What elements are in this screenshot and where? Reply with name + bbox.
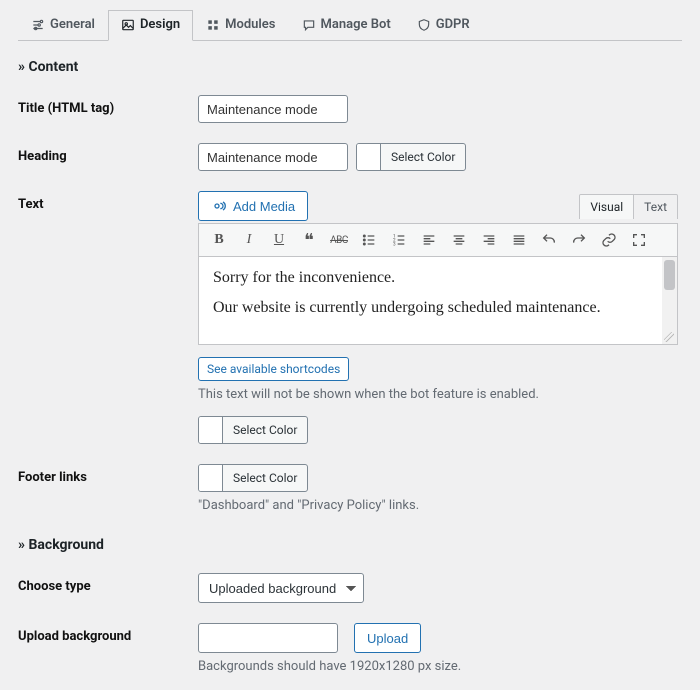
upload-button[interactable]: Upload bbox=[354, 623, 421, 653]
section-background-title: » Background bbox=[18, 537, 682, 553]
upload-button-label: Upload bbox=[367, 631, 408, 646]
undo-button[interactable] bbox=[539, 230, 559, 250]
select-bg-type[interactable]: Uploaded background bbox=[198, 573, 364, 603]
select-color-text[interactable]: Select Color bbox=[198, 416, 308, 444]
tab-gdpr-label: GDPR bbox=[436, 17, 470, 32]
editor-toolbar: B I U ❝ ABC 123 bbox=[198, 223, 678, 257]
numbered-list-button[interactable]: 123 bbox=[389, 230, 409, 250]
underline-button[interactable]: U bbox=[269, 230, 289, 250]
section-content-title: » Content bbox=[18, 59, 682, 75]
editor-line-1: Sorry for the inconvenience. bbox=[213, 269, 663, 287]
input-heading[interactable] bbox=[198, 143, 348, 171]
align-justify-button[interactable] bbox=[509, 230, 529, 250]
select-color-label: Select Color bbox=[223, 417, 307, 443]
bold-button[interactable]: B bbox=[209, 230, 229, 250]
select-color-label: Select Color bbox=[223, 465, 307, 491]
tab-manage-bot[interactable]: Manage Bot bbox=[289, 10, 404, 40]
row-upload-background: Upload background Upload Backgrounds sho… bbox=[18, 623, 682, 674]
color-swatch bbox=[357, 144, 381, 170]
row-title-html-tag: Title (HTML tag) bbox=[18, 95, 682, 123]
italic-button[interactable]: I bbox=[239, 230, 259, 250]
align-right-button[interactable] bbox=[479, 230, 499, 250]
tab-general-label: General bbox=[50, 17, 95, 32]
label-title-html-tag: Title (HTML tag) bbox=[18, 95, 198, 116]
color-swatch bbox=[199, 465, 223, 491]
editor-content[interactable]: Sorry for the inconvenience. Our website… bbox=[198, 257, 678, 345]
editor-tab-text[interactable]: Text bbox=[633, 195, 677, 219]
grid-icon bbox=[206, 18, 220, 32]
image-icon bbox=[121, 18, 135, 32]
editor-scrollbar[interactable] bbox=[662, 257, 677, 344]
select-color-footer[interactable]: Select Color bbox=[198, 464, 308, 492]
footer-hint: "Dashboard" and "Privacy Policy" links. bbox=[198, 498, 682, 513]
bullet-list-button[interactable] bbox=[359, 230, 379, 250]
align-center-button[interactable] bbox=[449, 230, 469, 250]
row-footer-links: Footer links Select Color "Dashboard" an… bbox=[18, 464, 682, 513]
link-button[interactable] bbox=[599, 230, 619, 250]
label-text: Text bbox=[18, 191, 198, 212]
shield-icon bbox=[417, 18, 431, 32]
label-footer-links: Footer links bbox=[18, 464, 198, 485]
tab-general[interactable]: General bbox=[18, 10, 108, 40]
tab-modules[interactable]: Modules bbox=[193, 10, 288, 40]
editor-tab-visual[interactable]: Visual bbox=[580, 195, 633, 219]
blockquote-button[interactable]: ❝ bbox=[299, 230, 319, 250]
tab-manage-bot-label: Manage Bot bbox=[321, 17, 391, 32]
bg-hint: Backgrounds should have 1920x1280 px siz… bbox=[198, 659, 682, 674]
media-icon bbox=[211, 198, 227, 214]
redo-button[interactable] bbox=[569, 230, 589, 250]
select-color-heading[interactable]: Select Color bbox=[356, 143, 466, 171]
input-upload-path[interactable] bbox=[198, 623, 338, 653]
select-color-label: Select Color bbox=[381, 144, 465, 170]
row-choose-type: Choose type Uploaded background bbox=[18, 573, 682, 603]
input-title-html-tag[interactable] bbox=[198, 95, 348, 123]
see-shortcodes-button[interactable]: See available shortcodes bbox=[198, 357, 349, 381]
strikethrough-button[interactable]: ABC bbox=[329, 230, 349, 250]
tab-design[interactable]: Design bbox=[108, 10, 193, 41]
row-heading: Heading Select Color bbox=[18, 143, 682, 171]
editor-resize-handle[interactable] bbox=[664, 332, 674, 342]
svg-text:3: 3 bbox=[393, 241, 396, 247]
tab-design-label: Design bbox=[140, 17, 180, 32]
fullscreen-button[interactable] bbox=[629, 230, 649, 250]
tab-gdpr[interactable]: GDPR bbox=[404, 10, 483, 40]
row-text: Text Add Media Visual Text B I U ❝ ABC 1… bbox=[18, 191, 682, 444]
label-choose-type: Choose type bbox=[18, 573, 198, 594]
label-upload-background: Upload background bbox=[18, 623, 198, 644]
label-heading: Heading bbox=[18, 143, 198, 164]
editor-line-2: Our website is currently undergoing sche… bbox=[213, 299, 663, 317]
align-left-button[interactable] bbox=[419, 230, 439, 250]
editor-mode-tabs: Visual Text bbox=[579, 194, 678, 219]
add-media-button[interactable]: Add Media bbox=[198, 191, 308, 221]
text-hint: This text will not be shown when the bot… bbox=[198, 387, 678, 402]
add-media-label: Add Media bbox=[233, 199, 295, 214]
settings-tabs: General Design Modules Manage Bot GDPR bbox=[18, 10, 682, 41]
color-swatch bbox=[199, 417, 223, 443]
tab-modules-label: Modules bbox=[225, 17, 275, 32]
sliders-icon bbox=[31, 18, 45, 32]
chat-icon bbox=[302, 18, 316, 32]
